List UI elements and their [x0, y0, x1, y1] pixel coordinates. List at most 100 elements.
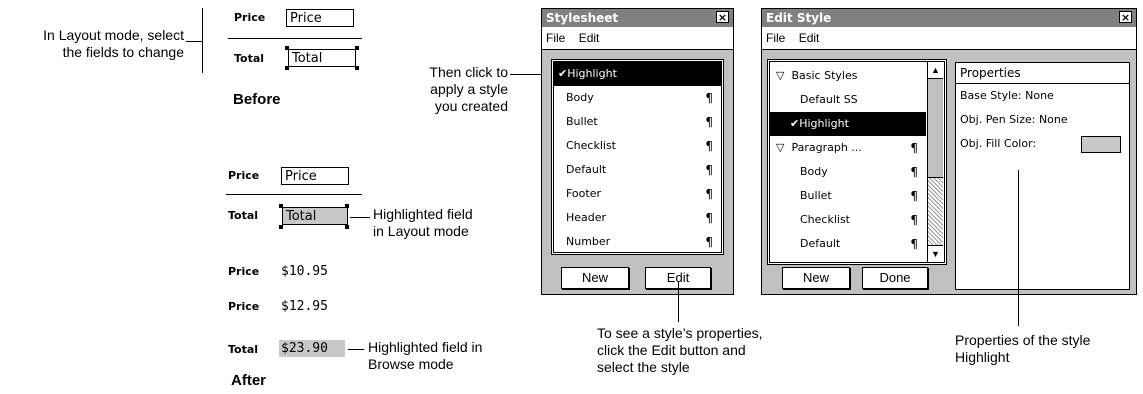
- selection-handle: [285, 46, 289, 50]
- property-label: Obj. Fill Color:: [960, 137, 1037, 150]
- style-item-highlight[interactable]: ✔Highlight: [554, 62, 721, 86]
- pilcrow-icon: ¶: [910, 165, 918, 179]
- tree-item-highlight[interactable]: ✔Highlight: [770, 112, 926, 136]
- close-icon[interactable]: ×: [716, 11, 729, 24]
- style-item-default[interactable]: Default ¶: [554, 158, 721, 182]
- tree-item-checklist[interactable]: Checklist ¶: [770, 208, 926, 232]
- caption-after: After: [231, 372, 267, 389]
- style-item-body[interactable]: Body ¶: [554, 86, 721, 110]
- callout-line: Highlight: [955, 349, 1010, 365]
- browse-value: $10.95: [281, 264, 328, 279]
- callout-line: apply a style: [430, 81, 508, 97]
- tree-item-basic-styles[interactable]: ▽ Basic Styles: [770, 64, 926, 88]
- style-item-bullet[interactable]: Bullet ¶: [554, 110, 721, 134]
- edit-style-window: Edit Style × File Edit ▽ Basic Styles De…: [761, 8, 1137, 295]
- tree-item-bullet[interactable]: Bullet ¶: [770, 184, 926, 208]
- selection-handle: [355, 66, 359, 70]
- style-item-label: Bullet: [566, 115, 598, 128]
- tree-item-label: Body: [800, 165, 828, 178]
- caption-before: Before: [233, 91, 281, 108]
- callout-layout-select: In Layout mode, select the fields to cha…: [8, 27, 184, 61]
- menu-bar: File Edit: [762, 27, 1136, 50]
- pilcrow-icon: ¶: [910, 213, 918, 227]
- scroll-up-arrow-icon[interactable]: ▲: [928, 62, 943, 79]
- callout-line: To see a style’s properties,: [597, 325, 763, 341]
- check-icon: ✔: [790, 117, 800, 130]
- done-button[interactable]: Done: [862, 267, 928, 289]
- style-list: ✔Highlight Body ¶ Bullet ¶ Checklist ¶ Defa…: [551, 59, 724, 255]
- browse-label: Price: [228, 265, 260, 278]
- selection-handle: [345, 225, 349, 229]
- style-item-label: Footer: [566, 187, 601, 200]
- properties-panel: Properties Base Style: None Obj. Pen Siz…: [955, 62, 1130, 290]
- tree-content: ▽ Basic Styles Default SS ✔Highlight ▽ P…: [770, 64, 926, 256]
- pilcrow-icon: ¶: [705, 115, 713, 129]
- properties-header: Properties: [956, 63, 1129, 84]
- style-item-label: Default: [566, 163, 607, 176]
- leader-line: [348, 349, 364, 350]
- window-titlebar[interactable]: Stylesheet ×: [542, 9, 733, 27]
- menu-edit[interactable]: Edit: [579, 31, 600, 45]
- field-total-highlighted[interactable]: Total: [282, 207, 348, 225]
- divider: [228, 38, 362, 39]
- menu-file[interactable]: File: [546, 31, 565, 45]
- style-item-label: Number: [566, 235, 611, 248]
- new-button[interactable]: New: [561, 267, 629, 289]
- tree-item-paragraph[interactable]: ▽ Paragraph ... ¶: [770, 136, 926, 160]
- pilcrow-icon: ¶: [705, 187, 713, 201]
- field-price[interactable]: Price: [286, 9, 354, 27]
- field-total[interactable]: Total: [288, 49, 356, 67]
- disclosure-triangle-icon[interactable]: ▽: [776, 141, 784, 154]
- check-icon: ✔: [558, 67, 568, 80]
- style-item-checklist[interactable]: Checklist ¶: [554, 134, 721, 158]
- callout-line: in Layout mode: [373, 223, 469, 239]
- callout-see-properties: To see a style’s properties, click the E…: [597, 325, 763, 376]
- field-price[interactable]: Price: [281, 167, 349, 185]
- callout-line: In Layout mode, select: [43, 27, 184, 43]
- property-pen-size: Obj. Pen Size: None: [960, 113, 1068, 126]
- pilcrow-icon: ¶: [910, 237, 918, 251]
- close-icon[interactable]: ×: [1119, 11, 1132, 24]
- field-label-price: Price: [228, 169, 260, 182]
- selection-handle: [279, 225, 283, 229]
- selection-handle: [355, 46, 359, 50]
- menu-edit[interactable]: Edit: [799, 31, 820, 45]
- tree-item-body[interactable]: Body ¶: [770, 160, 926, 184]
- disclosure-triangle-icon[interactable]: ▽: [776, 69, 784, 82]
- style-tree: ▽ Basic Styles Default SS ✔Highlight ▽ P…: [767, 59, 947, 265]
- selection-handle: [285, 66, 289, 70]
- browse-label: Total: [228, 343, 259, 356]
- scrollbar[interactable]: ▲ ▼: [927, 62, 944, 262]
- scroll-track[interactable]: [928, 178, 943, 245]
- field-label-price: Price: [234, 11, 266, 24]
- pilcrow-icon: ¶: [705, 163, 713, 177]
- tree-item-label: Default: [800, 237, 841, 250]
- tree-item-default[interactable]: Default ¶: [770, 232, 926, 256]
- selection-handle: [345, 204, 349, 208]
- style-item-number[interactable]: Number ¶: [554, 230, 721, 254]
- window-titlebar[interactable]: Edit Style ×: [762, 9, 1136, 27]
- style-item-label: Body: [566, 91, 594, 104]
- menu-file[interactable]: File: [766, 31, 785, 45]
- callout-line: Highlighted field in: [368, 339, 483, 355]
- callout-line: click the Edit button and: [597, 342, 746, 358]
- fill-color-swatch[interactable]: [1081, 136, 1121, 153]
- scroll-down-arrow-icon[interactable]: ▼: [928, 245, 943, 262]
- tree-item-default-ss[interactable]: Default SS: [770, 88, 926, 112]
- callout-line: Properties of the style: [955, 332, 1091, 348]
- divider: [226, 194, 362, 195]
- new-button[interactable]: New: [782, 267, 850, 289]
- style-item-label: Header: [566, 211, 607, 224]
- selection-handle: [279, 204, 283, 208]
- callout-highlighted-layout: Highlighted field in Layout mode: [373, 206, 473, 240]
- tree-item-label: Basic Styles: [791, 69, 858, 82]
- field-label-total: Total: [234, 52, 265, 65]
- style-item-header[interactable]: Header ¶: [554, 206, 721, 230]
- callout-line: the fields to change: [62, 44, 184, 60]
- leader-line: [186, 41, 202, 42]
- callout-line: Highlighted field: [373, 206, 473, 222]
- callout-highlighted-browse: Highlighted field in Browse mode: [368, 339, 482, 373]
- callout-properties-of: Properties of the style Highlight: [955, 332, 1090, 366]
- style-item-footer[interactable]: Footer ¶: [554, 182, 721, 206]
- scroll-thumb[interactable]: [928, 79, 943, 178]
